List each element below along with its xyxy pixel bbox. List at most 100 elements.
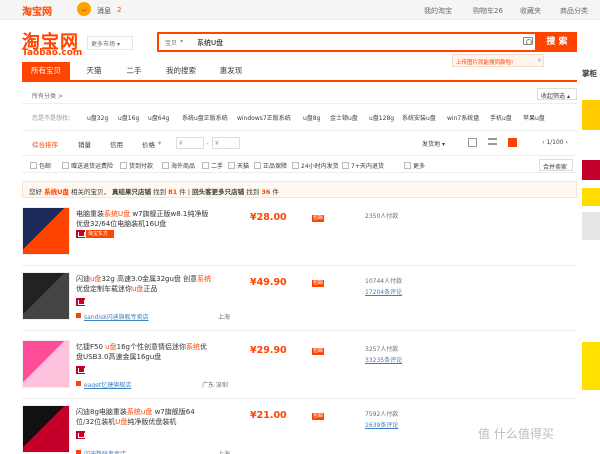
product-thumbnail[interactable] [22, 340, 70, 388]
filter-checkbox[interactable]: 海外商品 [162, 161, 195, 170]
related-search-item[interactable]: u盘8g [303, 113, 320, 122]
message-link[interactable]: 消息 [97, 6, 111, 16]
ad-banner[interactable] [582, 100, 600, 130]
tab-discover[interactable]: 惠发现 [208, 62, 254, 80]
related-search-item[interactable]: 手机u盘 [490, 113, 512, 122]
title-segment: 系统 [185, 343, 200, 351]
chevron-up-icon: ▴ [566, 93, 570, 100]
product-title[interactable]: 忆捷F50 u盘16g个性创意情侣迷你系统优盘USB3.0高速金属16gu盘 [76, 342, 212, 362]
search-scope-select[interactable]: 宝贝 [165, 38, 177, 47]
filter-checkbox[interactable]: 货到付款 [120, 161, 153, 170]
title-segment: 闪迪8g电脑重装 [76, 408, 127, 416]
title-segment: U盘 [115, 418, 128, 426]
related-search-item[interactable]: win7系统盘 [447, 113, 479, 122]
related-search-item[interactable]: windows7正版系统 [237, 113, 291, 122]
ad-block [582, 160, 600, 180]
review-count-link[interactable]: 33235条评论 [365, 355, 402, 364]
search-button[interactable]: 搜 索 [537, 32, 577, 52]
product-title[interactable]: 电脑重装系统U盘 w7旗舰正版w8.1纯净版优盘32/64位电脑装机16U盘 [76, 209, 212, 229]
search-input[interactable] [197, 37, 497, 49]
product-price: ¥29.90 [250, 345, 287, 356]
related-search-item[interactable]: 系统u盘正版系统 [182, 113, 228, 122]
review-count-link[interactable]: 17204条评论 [365, 287, 402, 296]
more-markets-button[interactable]: 更多市场 ▾ [87, 36, 133, 50]
related-search-item[interactable]: u盘16g [118, 113, 139, 122]
related-search-item[interactable]: 苹果u盘 [523, 113, 545, 122]
top-link[interactable]: 商品分类 [560, 6, 588, 16]
search-result-item[interactable]: 电脑重装系统U盘 w7旗舰正版w8.1纯净版优盘32/64位电脑装机16U盘 淘宝… [22, 207, 577, 269]
search-result-item[interactable]: 忆捷F50 u盘16g个性创意情侣迷你系统优盘USB3.0高速金属16gu盘 ¥2… [22, 340, 577, 402]
prev-page-icon[interactable]: ‹ [542, 139, 544, 146]
list-view-active-icon[interactable] [508, 138, 517, 147]
title-segment: 忆捷F50 [76, 343, 106, 351]
title-segment: 优盘定制车载迷你 [76, 285, 132, 293]
list-view-icon[interactable] [488, 138, 497, 145]
filter-checkbox[interactable]: 赠送退货运费险 [62, 161, 113, 170]
tab-tmall[interactable]: 天猫 [74, 62, 114, 80]
related-search-item[interactable]: u盘128g [369, 113, 394, 122]
tab-all-items[interactable]: 所有宝贝 [22, 62, 70, 80]
title-segment: 系统 [197, 275, 212, 283]
price-tag-icon: 包邮 [312, 413, 324, 420]
breadcrumb[interactable]: 所有分类 > [32, 91, 63, 100]
title-segment: u盘 [105, 343, 117, 351]
notice-gold-suffix: 件 [179, 188, 186, 196]
product-thumbnail[interactable] [22, 207, 70, 255]
product-title[interactable]: 闪迪8g电脑重装系统u盘 w7旗舰版64位/32位装机U盘纯净版优盘装机 [76, 407, 212, 427]
shop-icon [76, 313, 81, 318]
brand-domain: Taobao.com [22, 48, 83, 58]
camera-icon[interactable] [523, 37, 533, 45]
top-link[interactable]: 购物车26 [473, 6, 503, 16]
sort-bar: 综合排序 销量 信用 价格 ▾ ¥ - ¥ 发货地 ▾ ‹ 1/100 › [22, 135, 577, 153]
filter-checkbox[interactable]: 7+天内退货 [342, 161, 384, 170]
filter-checkbox[interactable]: 二手 [202, 161, 223, 170]
review-count-link[interactable]: 1639条评论 [365, 420, 398, 429]
next-page-icon[interactable]: › [566, 139, 568, 146]
filter-checkbox[interactable]: 更多 [404, 161, 425, 170]
price-max-input[interactable]: ¥ [212, 137, 240, 149]
filter-checkbox[interactable]: 天猫 [228, 161, 249, 170]
product-thumbnail[interactable] [22, 405, 70, 453]
title-segment: 电脑重装 [76, 210, 104, 218]
top-link[interactable]: 我的淘宝 [424, 6, 452, 16]
price-range-dash: - [206, 140, 209, 148]
top-logo[interactable]: 淘宝网 [22, 3, 52, 18]
sort-price[interactable]: 价格 [142, 139, 155, 149]
related-search-item[interactable]: 金士顿u盘 [330, 113, 358, 122]
filter-checkbox[interactable]: 24小时内发货 [292, 161, 339, 170]
related-search-item[interactable]: 系统安装u盘 [402, 113, 436, 122]
product-price: ¥49.90 [250, 277, 287, 288]
merge-sellers-button[interactable]: 合并卖家 [539, 159, 573, 171]
price-min-input[interactable]: ¥ [176, 137, 204, 149]
avatar[interactable] [77, 2, 91, 16]
product-thumbnail[interactable] [22, 272, 70, 320]
shop-location: 广东 深圳 [202, 382, 228, 389]
collapse-filter-button[interactable]: 收起筛选 ▴ [537, 88, 577, 100]
chevron-down-icon: ▾ [180, 38, 184, 45]
product-price: ¥21.00 [250, 410, 287, 421]
ad-banner[interactable] [582, 160, 600, 240]
related-search-item[interactable]: u盘64g [148, 113, 169, 122]
ship-from-select[interactable]: 发货地 ▾ [422, 139, 445, 148]
shop-link[interactable]: sandisk闪迪旗舰专卖店 [84, 312, 149, 321]
sort-sales[interactable]: 销量 [78, 139, 91, 149]
sort-default[interactable]: 综合排序 [32, 139, 58, 149]
notice-prefix: 您好 [29, 188, 42, 196]
divider [22, 265, 577, 266]
paid-count: 3257人付款 [365, 346, 399, 353]
product-title[interactable]: 闪迪u盘32g 高速3.0金属32gu盘 创意系统优盘定制车载迷你u盘正品 [76, 274, 212, 294]
ad-banner[interactable] [582, 342, 600, 390]
tab-my-search[interactable]: 我的搜索 [154, 62, 208, 80]
filter-checkbox[interactable]: 包邮 [30, 161, 51, 170]
shop-link[interactable]: 闪迪数码专卖店 [84, 449, 126, 454]
related-search-item[interactable]: u盘32g [87, 113, 108, 122]
search-result-item[interactable]: 闪迪u盘32g 高速3.0金属32gu盘 创意系统优盘定制车载迷你u盘正品 ¥49… [22, 272, 577, 334]
page-root: 淘宝网 消息 2 我的淘宝 购物车26 收藏夹 商品分类 淘宝网 Taobao.com… [0, 0, 600, 454]
sort-credit[interactable]: 信用 [110, 139, 123, 149]
price-tag-icon: 包邮 [312, 348, 324, 355]
grid-view-icon[interactable] [468, 138, 477, 147]
filter-checkbox[interactable]: 正品保障 [254, 161, 287, 170]
tab-second-hand[interactable]: 二手 [114, 62, 154, 80]
top-link[interactable]: 收藏夹 [520, 6, 541, 16]
shop-link[interactable]: eaget忆捷旗舰店 [84, 380, 131, 389]
